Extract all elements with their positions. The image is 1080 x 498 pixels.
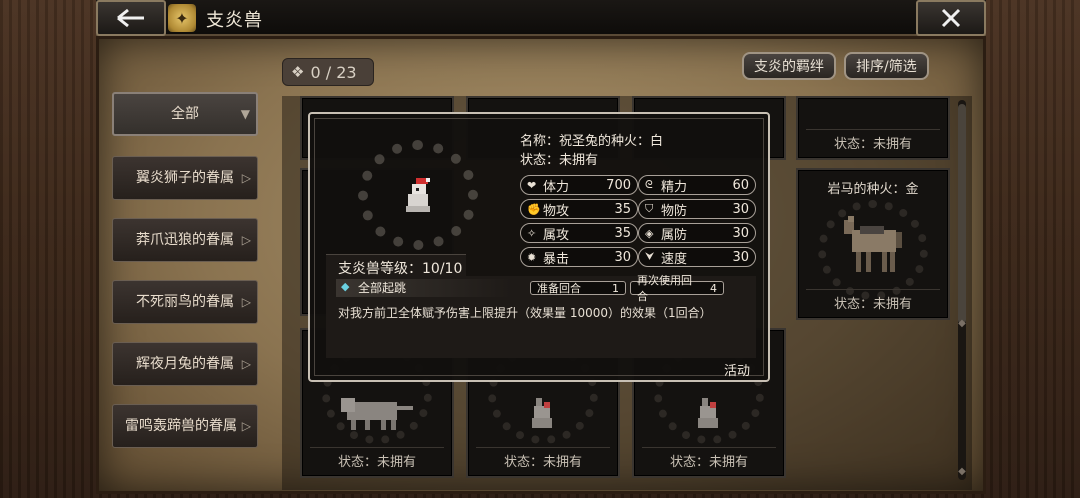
horse-sprite: [844, 216, 902, 272]
collection-counter: ❖ 0 / 23: [282, 58, 374, 86]
stat-matk: ✧ 属攻 35: [520, 223, 638, 243]
page-title: 支炎兽: [206, 10, 263, 31]
beast-card-horse[interactable]: 岩马的种火：金 状态：未拥有: [796, 168, 950, 320]
scrollbar-thumb[interactable]: [958, 104, 966, 324]
category-label: 翼炎狮子的眷属: [136, 170, 234, 186]
stat-mp: ᘓ 精力 60: [638, 175, 756, 195]
close-button[interactable]: [916, 0, 986, 36]
stat-label: 属攻: [543, 227, 570, 243]
skill-description: 对我方前卫全体赋予伤害上限提升（效果量 10000）的效果（1回合）: [338, 306, 712, 320]
reuse-round-label: 再次使用回合: [637, 274, 692, 303]
fist-icon: ✊: [527, 202, 541, 216]
card-status: 状态：未拥有: [503, 455, 582, 470]
chevron-right-icon: ▷: [241, 171, 251, 185]
stat-mdef: ◈ 属防 30: [638, 223, 756, 243]
popup-status: 状态：未拥有: [520, 153, 599, 168]
category-label: 莽爪迅狼的眷属: [136, 232, 234, 248]
beast-level: 支炎兽等级：10/10: [326, 254, 466, 278]
category-label: 辉夜月兔的眷属: [136, 356, 234, 372]
spirit-icon: ᘓ: [645, 178, 653, 191]
heart-icon: ❤: [527, 178, 537, 192]
beast-emblem-icon: ✦: [168, 4, 196, 32]
stat-value: 30: [732, 225, 749, 241]
reuse-round-tag: 再次使用回合 4: [630, 274, 724, 303]
stat-value: 700: [606, 177, 631, 193]
chevron-down-icon: ▼: [240, 107, 250, 121]
rabbit-sprite: [532, 398, 552, 428]
popup-portrait: [348, 140, 488, 250]
skill-gem-icon: ◆: [341, 280, 350, 293]
card-status: 状态：未拥有: [833, 297, 912, 312]
stat-label: 精力: [661, 179, 688, 195]
skill-name: 全部起跳: [336, 279, 512, 297]
category-label: 不死丽鸟的眷属: [136, 294, 234, 310]
leopard-sprite: [341, 398, 413, 430]
stat-label: 暴击: [543, 251, 570, 267]
category-thunder-beast[interactable]: 雷鸣轰蹄兽的眷属 ▷: [112, 404, 258, 448]
stat-value: 30: [732, 249, 749, 265]
category-all[interactable]: 全部 ▼: [112, 92, 258, 136]
shield-icon: ⛉: [645, 202, 654, 215]
stat-label: 物攻: [543, 203, 570, 219]
chevron-right-icon: ▷: [241, 357, 251, 371]
prep-round-tag: 准备回合 1: [530, 281, 626, 295]
stat-crit: ✹ 暴击 30: [520, 247, 638, 267]
stat-value: 60: [732, 177, 749, 193]
chevron-right-icon: ▷: [241, 419, 251, 433]
popup-name: 名称：祝圣兔的种火：白: [520, 134, 664, 149]
stat-value: 30: [732, 201, 749, 217]
stat-label: 速度: [661, 251, 688, 267]
scroll-marker-icon: ◆: [958, 318, 966, 329]
stat-speed: ⮟ 速度 30: [638, 247, 756, 267]
rabbit-sprite: [406, 178, 430, 212]
arrow-left-icon: [117, 8, 144, 28]
stat-value: 35: [614, 225, 631, 241]
prep-round-value: 1: [612, 281, 619, 295]
beast-card[interactable]: 状态：未拥有: [796, 96, 950, 160]
sort-filter-button[interactable]: 排序/筛选: [844, 52, 929, 80]
card-name: 岩马的种火：金: [827, 182, 919, 197]
bond-button-label: 支炎的羁绊: [754, 59, 824, 75]
card-status: 状态：未拥有: [669, 455, 748, 470]
card-status: 状态：未拥有: [833, 137, 912, 152]
category-label: 全部: [171, 106, 199, 122]
category-wolf[interactable]: 莽爪迅狼的眷属 ▷: [112, 218, 258, 262]
scroll-marker-icon: ◆: [958, 466, 966, 477]
stat-label: 属防: [661, 227, 688, 243]
chevron-right-icon: ▷: [241, 233, 251, 247]
stat-patk: ✊ 物攻 35: [520, 199, 638, 219]
magic-attack-icon: ✧: [527, 226, 537, 240]
category-phoenix[interactable]: 不死丽鸟的眷属 ▷: [112, 280, 258, 324]
bond-button[interactable]: 支炎的羁绊: [742, 52, 836, 80]
category-moon-rabbit[interactable]: 辉夜月兔的眷属 ▷: [112, 342, 258, 386]
back-button[interactable]: [96, 0, 166, 36]
rabbit-sprite: [698, 398, 718, 428]
stat-pdef: ⛉ 物防 30: [638, 199, 756, 219]
sort-filter-label: 排序/筛选: [856, 59, 917, 75]
activity-link[interactable]: 活动: [724, 360, 750, 379]
boot-icon: ⮟: [645, 250, 655, 263]
stat-label: 物防: [661, 203, 688, 219]
category-winged-lion[interactable]: 翼炎狮子的眷属 ▷: [112, 156, 258, 200]
stat-hp: ❤ 体力 700: [520, 175, 638, 195]
category-label: 雷鸣轰蹄兽的眷属: [125, 418, 237, 434]
card-status: 状态：未拥有: [337, 455, 416, 470]
reuse-round-value: 4: [710, 281, 717, 295]
crit-icon: ✹: [527, 250, 537, 264]
close-icon: [941, 8, 961, 28]
stat-value: 30: [614, 249, 631, 265]
stat-label: 体力: [543, 179, 570, 195]
chevron-right-icon: ▷: [241, 295, 251, 309]
stat-value: 35: [614, 201, 631, 217]
paw-icon: ❖: [291, 63, 305, 81]
prep-round-label: 准备回合: [537, 282, 581, 295]
magic-defense-icon: ◈: [645, 226, 654, 240]
counter-text: 0 / 23: [310, 62, 357, 82]
